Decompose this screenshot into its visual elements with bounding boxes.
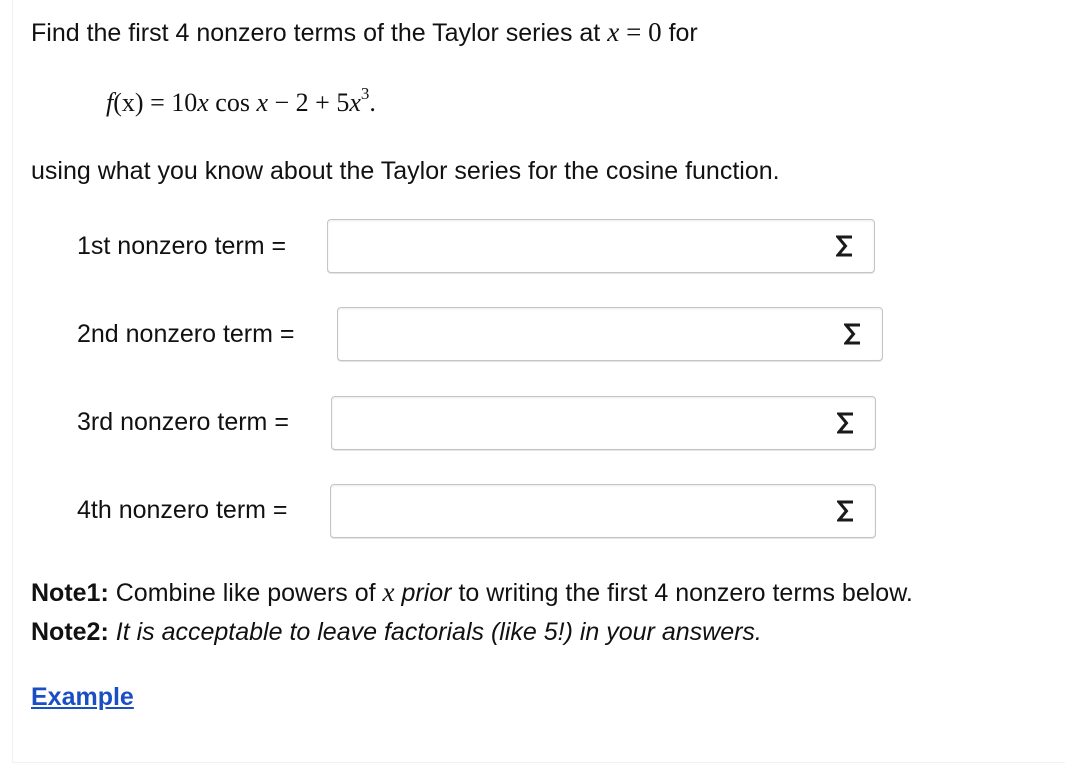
function-formula: f(x) = 10x cos x − 2 + 5x3.: [106, 84, 376, 118]
formula-var-3: x: [349, 88, 361, 117]
formula-equals: =: [150, 88, 165, 117]
answer-label-2: 2nd nonzero term =: [77, 320, 295, 348]
answer-input-4[interactable]: [331, 485, 817, 537]
formula-constant: 2: [295, 88, 309, 117]
math-editor-button-1[interactable]: [816, 220, 874, 272]
math-editor-button-3[interactable]: [817, 397, 875, 449]
formula-cos-arg: x: [256, 88, 268, 117]
sigma-icon: [844, 323, 860, 345]
answer-input-3[interactable]: [332, 397, 817, 449]
at-equals: = 0: [626, 17, 662, 47]
note-2-text: It is acceptable to leave factorials (li…: [115, 618, 762, 646]
note-1-emphasis: prior: [401, 579, 452, 607]
intro-prefix: Find the first 4 nonzero terms of the Ta…: [31, 19, 601, 47]
note-1-text-before: Combine like powers of: [115, 579, 376, 607]
answer-label-3: 3rd nonzero term =: [77, 408, 289, 436]
formula-plus: +: [315, 88, 330, 117]
example-link[interactable]: Example: [31, 683, 134, 712]
answer-field-2: [337, 307, 883, 361]
answer-field-4: [330, 484, 876, 538]
note-1-var: x: [382, 577, 395, 607]
note-2: Note2: It is acceptable to leave factori…: [31, 618, 762, 647]
answer-input-1[interactable]: [328, 220, 816, 272]
answer-label-4: 4th nonzero term =: [77, 496, 288, 524]
note-1-text-after: to writing the first 4 nonzero terms bel…: [458, 579, 913, 607]
formula-minus: −: [274, 88, 290, 117]
at-variable: x: [607, 17, 620, 47]
math-editor-button-4[interactable]: [817, 485, 875, 537]
sigma-icon: [837, 500, 853, 522]
note-2-label: Note2:: [31, 618, 109, 646]
sigma-icon: [837, 412, 853, 434]
answer-label-1: 1st nonzero term =: [77, 232, 287, 260]
formula-cos: cos: [215, 88, 250, 117]
question-intro: Find the first 4 nonzero terms of the Ta…: [31, 17, 698, 48]
note-1: Note1: Combine like powers of x prior to…: [31, 577, 913, 608]
answer-field-3: [331, 396, 876, 450]
sigma-icon: [836, 235, 852, 257]
note-1-label: Note1:: [31, 579, 109, 607]
formula-coef-1: 10: [171, 88, 198, 117]
formula-coef-3: 5: [336, 88, 350, 117]
formula-period: .: [369, 88, 376, 117]
answer-field-1: [327, 219, 875, 273]
intro-suffix: for: [668, 19, 698, 47]
formula-var-1: x: [197, 88, 209, 117]
answer-input-2[interactable]: [338, 308, 824, 360]
question-instruction: using what you know about the Taylor ser…: [31, 157, 780, 185]
math-editor-button-2[interactable]: [824, 308, 882, 360]
formula-func-arg: (x): [113, 88, 144, 117]
